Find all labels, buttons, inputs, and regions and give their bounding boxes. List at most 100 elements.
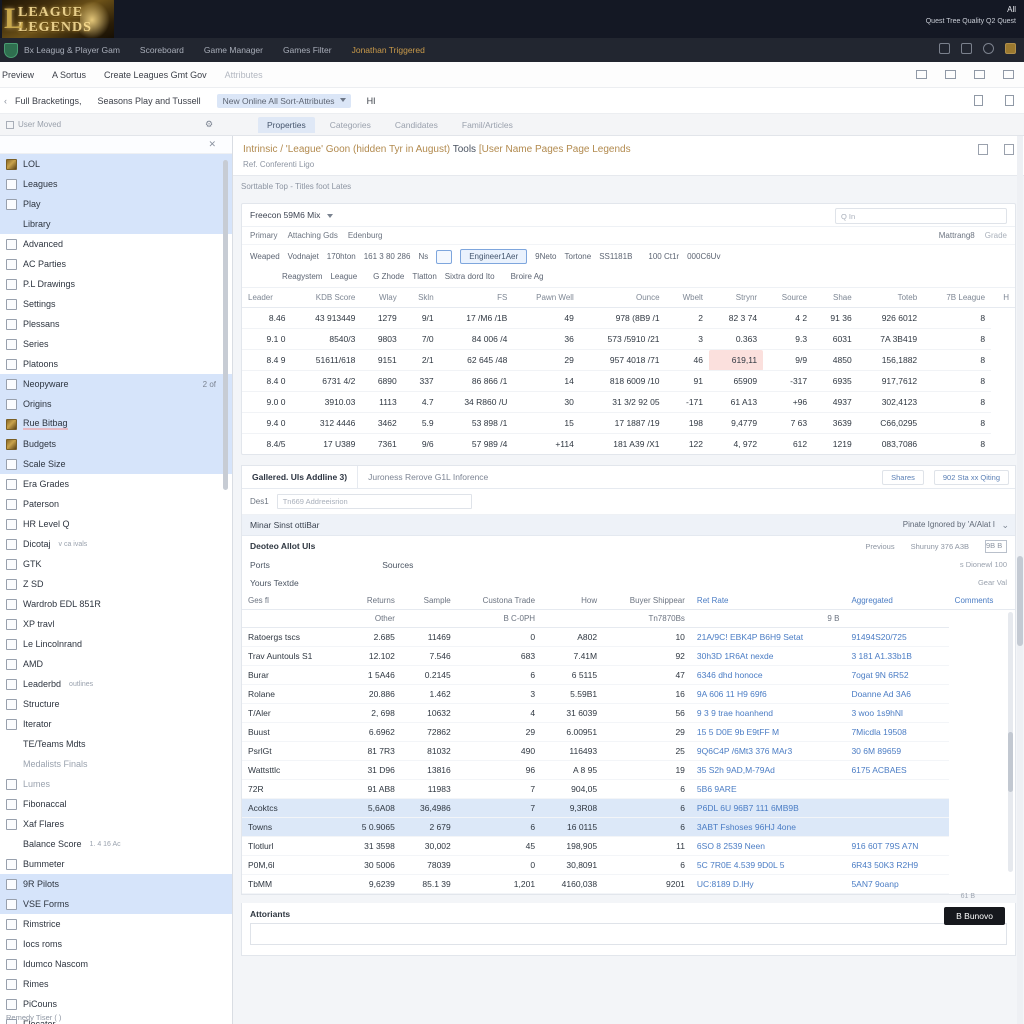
sidebar-item-7[interactable]: Settings — [0, 294, 232, 314]
print-icon[interactable] — [1004, 144, 1014, 155]
lower-cell-11-6[interactable]: 6SO 8 2539 Neen — [690, 836, 846, 856]
sidebar-item-10[interactable]: Platoons — [0, 354, 232, 374]
footer-input[interactable] — [250, 923, 1007, 945]
sidebar-item-27[interactable]: Structure — [0, 694, 232, 714]
sidebar-item-18[interactable]: HR Level Q — [0, 514, 232, 534]
addressbar-crumb-1[interactable]: Full Bracketings, — [15, 96, 82, 106]
lower-cell-3-7[interactable]: Doanne Ad 3A6 — [845, 684, 949, 704]
lower-cell-0-6[interactable]: 21A/9C! EBK4P B6H9 Setat — [690, 627, 846, 647]
table-row[interactable]: Wattsttlc 31 D96 13816 96 A 8 95 19 35 S2h 9AD… — [242, 760, 1015, 780]
upper-col-3[interactable]: Skln — [402, 288, 440, 308]
scrollbar-thumb[interactable] — [1008, 732, 1013, 792]
upper-col-8[interactable]: Strynr — [709, 288, 764, 308]
lower-col-4[interactable]: How — [541, 592, 604, 610]
sidebar-item-16[interactable]: Era Grades — [0, 474, 232, 494]
pin-icon[interactable]: ✕ — [208, 139, 216, 150]
sidebar-item-22[interactable]: Wardrob EDL 851R — [0, 594, 232, 614]
main-scrollbar[interactable] — [1017, 136, 1023, 1024]
table-row[interactable]: Tlotlurl 31 3598 30,002 45 198,905 11 6SO 8 25… — [242, 836, 1015, 856]
table-row[interactable]: TbMM 9,6239 85.1 39 1,201 4160,038 9201 UC:818… — [242, 874, 1015, 894]
table-row[interactable]: T/Aler 2, 698 10632 4 31 6039 56 9 3 9 trae ho… — [242, 703, 1015, 723]
lower-cell-5-6[interactable]: 15 5 D0E 9b E9tFF M — [690, 722, 846, 742]
table-row[interactable]: 9.1 0 8540/3 9803 7/0 84 006 /4 36 573 /5910 /… — [242, 328, 1015, 350]
lower-col-5[interactable]: Buyer Shippear — [603, 592, 691, 610]
shares-button[interactable]: Shares — [882, 469, 924, 485]
lower-cell-8-7[interactable] — [845, 779, 949, 799]
sel-col-6[interactable]: 9Neto — [535, 252, 556, 261]
table-row[interactable]: Towns 5 0.9065 2 679 6 16 0115 6 3ABT Fshoses … — [242, 817, 1015, 837]
sidebar-item-32[interactable]: Fibonaccal — [0, 794, 232, 814]
sidebar-item-38[interactable]: Rimstrice — [0, 914, 232, 934]
lower-col-2[interactable]: Sample — [400, 592, 457, 610]
menu-item-attributes[interactable]: Attributes — [225, 70, 263, 80]
lower-cell-1-6[interactable]: 30h3D 1R6At nexde — [690, 646, 846, 666]
upper-col-9[interactable]: Source — [763, 288, 814, 308]
sort-icon[interactable] — [961, 43, 972, 54]
lower-search-input[interactable]: Tn669 Addreeisrion — [276, 494, 472, 509]
sidebar-item-25[interactable]: AMD — [0, 654, 232, 674]
lower-col-3[interactable]: Custona Trade — [456, 592, 542, 610]
lower-cell-5-7[interactable]: 7Micdla 19508 — [845, 722, 949, 742]
previous-link[interactable]: Previous — [865, 542, 894, 551]
sidebar-item-19[interactable]: Dicotaj v ca ivals — [0, 534, 232, 554]
sidebar-item-5[interactable]: AC Parties — [0, 254, 232, 274]
lower-cell-10-6[interactable]: 3ABT Fshoses 96HJ 4one — [690, 817, 846, 837]
lower-cell-11-7[interactable]: 916 60T 79S A7N — [845, 836, 949, 856]
sidebar-item-11[interactable]: Neopyware 2 of — [0, 374, 232, 394]
refresh-icon[interactable] — [1005, 95, 1014, 106]
tab-categories[interactable]: Categories — [321, 117, 380, 133]
nav-item-0[interactable]: Bx Leagug & Player Gam — [24, 45, 120, 55]
table-row[interactable]: 72R 91 AB8 11983 7 904,05 6 5B6 9ARE — [242, 779, 1015, 799]
sidebar-item-12[interactable]: Origins — [0, 394, 232, 414]
lower-cell-9-6[interactable]: P6DL 6U 96B7 111 6MB9B — [690, 798, 846, 818]
sidebar-item-41[interactable]: Rimes — [0, 974, 232, 994]
lower-cell-9-7[interactable] — [845, 798, 949, 818]
sidebar-scrollbar[interactable] — [223, 160, 228, 490]
sidebar-item-31[interactable]: Lumes — [0, 774, 232, 794]
window-icon[interactable] — [916, 70, 927, 79]
table-row[interactable]: PsrlGt 81 7R3 81032 490 116493 25 9Q6C4P /6Mt3… — [242, 741, 1015, 761]
upper-col-7[interactable]: Wbelt — [665, 288, 710, 308]
sidebar-item-39[interactable]: Iocs roms — [0, 934, 232, 954]
edit-chip-button[interactable] — [436, 249, 453, 264]
breadcrumb-tools[interactable]: Tools — [453, 144, 476, 155]
menu-item-sortus[interactable]: A Sortus — [52, 70, 86, 80]
lower-cell-12-7[interactable]: 6R43 50K3 R2H9 — [845, 855, 949, 875]
grid-icon[interactable] — [939, 43, 950, 54]
sidebar-item-34[interactable]: Balance Score 1. 4 16 Ac — [0, 834, 232, 854]
table-row[interactable]: 8.4/5 17 U389 7361 9/6 57 989 /4 +114 181 A39 … — [242, 434, 1015, 455]
table-row[interactable]: 8.4 0 6731 4/2 6890 337 86 866 /1 14 818 6009 … — [242, 370, 1015, 392]
settings-icon[interactable]: ⚙ — [205, 119, 213, 130]
upper-col-11[interactable]: Toteb — [857, 288, 924, 308]
sidebar-item-33[interactable]: Xaf Flares — [0, 814, 232, 834]
lower-tab-1[interactable]: Juroness Rerove G1L Inforence — [358, 466, 498, 488]
lower-tab-0[interactable]: Gallered. Uls Addline 3) — [242, 466, 359, 488]
menu-item-preview[interactable]: Preview — [2, 70, 34, 80]
sidebar-item-17[interactable]: Paterson — [0, 494, 232, 514]
table-row[interactable]: Acoktcs 5,6A08 36,4986 7 9,3R08 6 P6DL 6U 96B7… — [242, 798, 1015, 818]
upper-col-12[interactable]: 7B League — [923, 288, 992, 308]
lower-col-6[interactable]: Ret Rate — [690, 592, 846, 610]
lower-cell-3-6[interactable]: 9A 606 11 H9 69f6 — [690, 684, 846, 704]
bookmark-item[interactable]: User Moved — [6, 120, 61, 129]
user-icon[interactable] — [974, 70, 985, 79]
sidebar-item-15[interactable]: Scale Size — [0, 454, 232, 474]
nav-item-1[interactable]: Scoreboard — [140, 45, 184, 55]
menu-item-create-leagues[interactable]: Create Leagues Gmt Gov — [104, 70, 207, 80]
sidebar-item-37[interactable]: VSE Forms — [0, 894, 232, 914]
lower-cell-12-6[interactable]: 5C 7R0E 4.539 9D0L 5 — [690, 855, 846, 875]
sidebar-item-8[interactable]: Plessans — [0, 314, 232, 334]
addressbar-crumb-2[interactable]: Seasons Play and Tussell — [98, 96, 201, 106]
sel-col-3[interactable]: 170hton — [327, 252, 356, 261]
lower-col-7[interactable]: Aggregated — [845, 592, 949, 610]
lower-col-8[interactable]: Comments — [948, 592, 1015, 610]
lower-table-scrollbar[interactable] — [1008, 612, 1013, 872]
tab-candidates[interactable]: Candidates — [386, 117, 447, 133]
lower-cell-6-7[interactable]: 30 6M 89659 — [845, 741, 949, 761]
tab-famil-articles[interactable]: Famil/Articles — [453, 117, 522, 133]
lower-cell-2-7[interactable]: 7ogat 9N 6R52 — [845, 665, 949, 685]
lower-cell-13-7[interactable]: 5AN7 9oanp — [845, 874, 949, 894]
table-row[interactable]: 9.0 0 3910.03 1113 4.7 34 R860 /U 30 31 3/2 92… — [242, 391, 1015, 413]
lower-cell-1-7[interactable]: 3 181 A1.33b1B — [845, 646, 949, 666]
upper-col-4[interactable]: FS — [439, 288, 514, 308]
